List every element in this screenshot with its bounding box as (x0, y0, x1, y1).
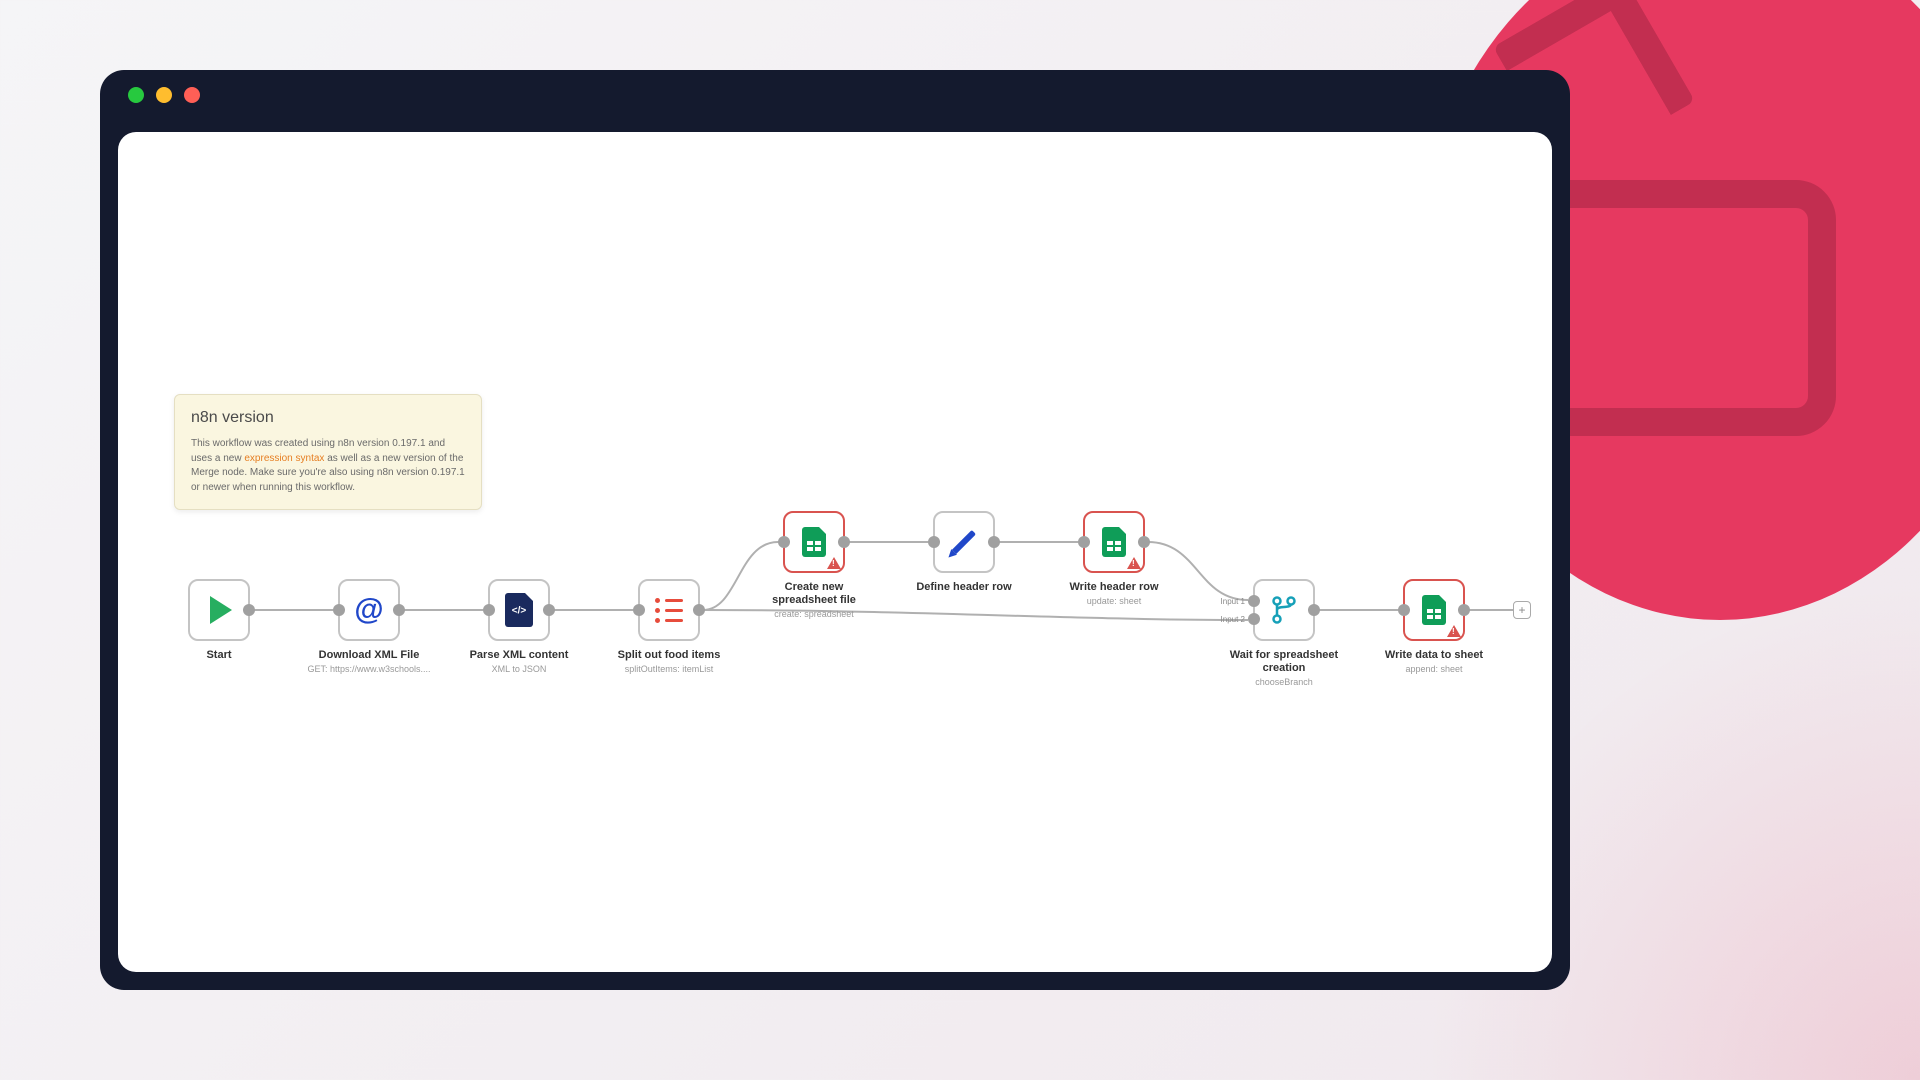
code-icon (505, 593, 533, 627)
browser-header (100, 70, 1570, 120)
node-sublabel: create: spreadsheet (774, 609, 854, 619)
port-in[interactable] (778, 536, 790, 548)
node-split-items[interactable]: Split out food items splitOutItems: item… (638, 579, 700, 641)
port-out[interactable] (1458, 604, 1470, 616)
node-label: Write data to sheet (1385, 649, 1483, 661)
node-download-xml[interactable]: @ Download XML File GET: https://www.w3s… (338, 579, 400, 641)
node-write-data[interactable]: Write data to sheet append: sheet (1403, 579, 1465, 641)
node-write-header[interactable]: Write header row update: sheet (1083, 511, 1145, 573)
pencil-icon (952, 530, 976, 554)
add-node-button[interactable]: + (1513, 601, 1531, 619)
branch-icon (1271, 595, 1297, 625)
node-label: Download XML File (319, 649, 420, 661)
node-label: Parse XML content (470, 649, 569, 661)
input-label-2: Input 2 (1221, 615, 1245, 624)
plus-icon: + (1518, 603, 1525, 617)
port-in-2[interactable] (1248, 613, 1260, 625)
browser-window: n8n version This workflow was created us… (100, 70, 1570, 990)
port-in[interactable] (333, 604, 345, 616)
node-start[interactable]: Start (188, 579, 250, 641)
node-label: Start (206, 649, 231, 661)
node-sublabel: update: sheet (1087, 596, 1142, 606)
port-out[interactable] (988, 536, 1000, 548)
node-create-spreadsheet[interactable]: Create new spreadsheet file create: spre… (783, 511, 845, 573)
node-define-header[interactable]: Define header row (933, 511, 995, 573)
port-out[interactable] (693, 604, 705, 616)
traffic-light-close[interactable] (128, 87, 144, 103)
port-out[interactable] (543, 604, 555, 616)
node-label: Define header row (916, 581, 1011, 593)
note-title: n8n version (191, 409, 465, 427)
sheet-icon (1102, 527, 1126, 557)
workflow-canvas-container: n8n version This workflow was created us… (118, 132, 1552, 972)
node-wait-merge[interactable]: Input 1 Input 2 Wait for spreadsheet cre… (1253, 579, 1315, 641)
note-body: This workflow was created using n8n vers… (191, 437, 465, 495)
http-icon: @ (354, 593, 383, 627)
node-sublabel: append: sheet (1405, 664, 1462, 674)
node-label: Write header row (1069, 581, 1158, 593)
error-icon (1127, 557, 1141, 569)
port-in-1[interactable] (1248, 595, 1260, 607)
node-sublabel: GET: https://www.w3schools.... (307, 664, 430, 674)
port-in[interactable] (483, 604, 495, 616)
error-icon (827, 557, 841, 569)
node-label: Wait for spreadsheet creation (1224, 649, 1344, 675)
port-out[interactable] (1308, 604, 1320, 616)
note-link[interactable]: expression syntax (244, 453, 324, 464)
list-icon (655, 598, 683, 623)
node-sublabel: chooseBranch (1255, 677, 1313, 687)
node-label: Split out food items (618, 649, 721, 661)
port-in[interactable] (633, 604, 645, 616)
port-in[interactable] (928, 536, 940, 548)
node-parse-xml[interactable]: Parse XML content XML to JSON (488, 579, 550, 641)
traffic-light-zoom[interactable] (184, 87, 200, 103)
port-in[interactable] (1398, 604, 1410, 616)
sheet-icon (802, 527, 826, 557)
port-out[interactable] (393, 604, 405, 616)
traffic-light-minimize[interactable] (156, 87, 172, 103)
port-out[interactable] (243, 604, 255, 616)
port-out[interactable] (838, 536, 850, 548)
sheet-icon (1422, 595, 1446, 625)
input-label-1: Input 1 (1221, 597, 1245, 606)
node-label: Create new spreadsheet file (754, 581, 874, 607)
error-icon (1447, 625, 1461, 637)
workflow-canvas[interactable]: n8n version This workflow was created us… (118, 132, 1552, 972)
play-icon (210, 596, 232, 624)
sticky-note[interactable]: n8n version This workflow was created us… (174, 394, 482, 510)
port-out[interactable] (1138, 536, 1150, 548)
node-sublabel: XML to JSON (492, 664, 547, 674)
port-in[interactable] (1078, 536, 1090, 548)
node-sublabel: splitOutItems: itemList (625, 664, 714, 674)
